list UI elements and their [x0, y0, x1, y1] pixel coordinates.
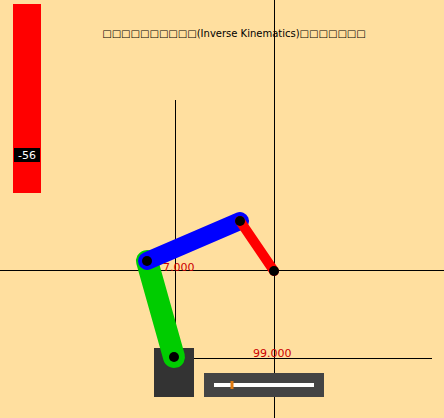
- base-line: [175, 358, 432, 359]
- joint-dot: [169, 352, 179, 362]
- arm-link[interactable]: [147, 261, 174, 357]
- joint-dot: [269, 266, 279, 276]
- joint-dot: [142, 256, 152, 266]
- robot-arm[interactable]: [142, 216, 279, 362]
- slider-knob[interactable]: [231, 381, 234, 389]
- ik-canvas: 7.000 99.000 -56 □□□□□□□□□□(Inverse Kinemat…: [0, 0, 444, 418]
- arm-link[interactable]: [240, 221, 274, 271]
- meter-reading: -56: [18, 149, 36, 162]
- x-axis: [0, 270, 444, 271]
- slider-track[interactable]: [214, 381, 314, 389]
- joint-dot: [235, 216, 245, 226]
- slider-track-bar[interactable]: [214, 383, 314, 387]
- ik-scene: 7.000 99.000 -56 □□□□□□□□□□(Inverse Kinemat…: [0, 0, 444, 418]
- arm-base: [154, 348, 194, 397]
- title: □□□□□□□□□□(Inverse Kinematics)□□□□□□□: [102, 28, 366, 39]
- slider[interactable]: [204, 373, 324, 397]
- axis-label: 7.000: [163, 261, 195, 274]
- arm-link[interactable]: [147, 221, 240, 261]
- meter-label-bg: [14, 148, 40, 162]
- axis-label: 99.000: [253, 347, 292, 360]
- slider-panel: [204, 373, 324, 397]
- meter-bar: [13, 4, 41, 193]
